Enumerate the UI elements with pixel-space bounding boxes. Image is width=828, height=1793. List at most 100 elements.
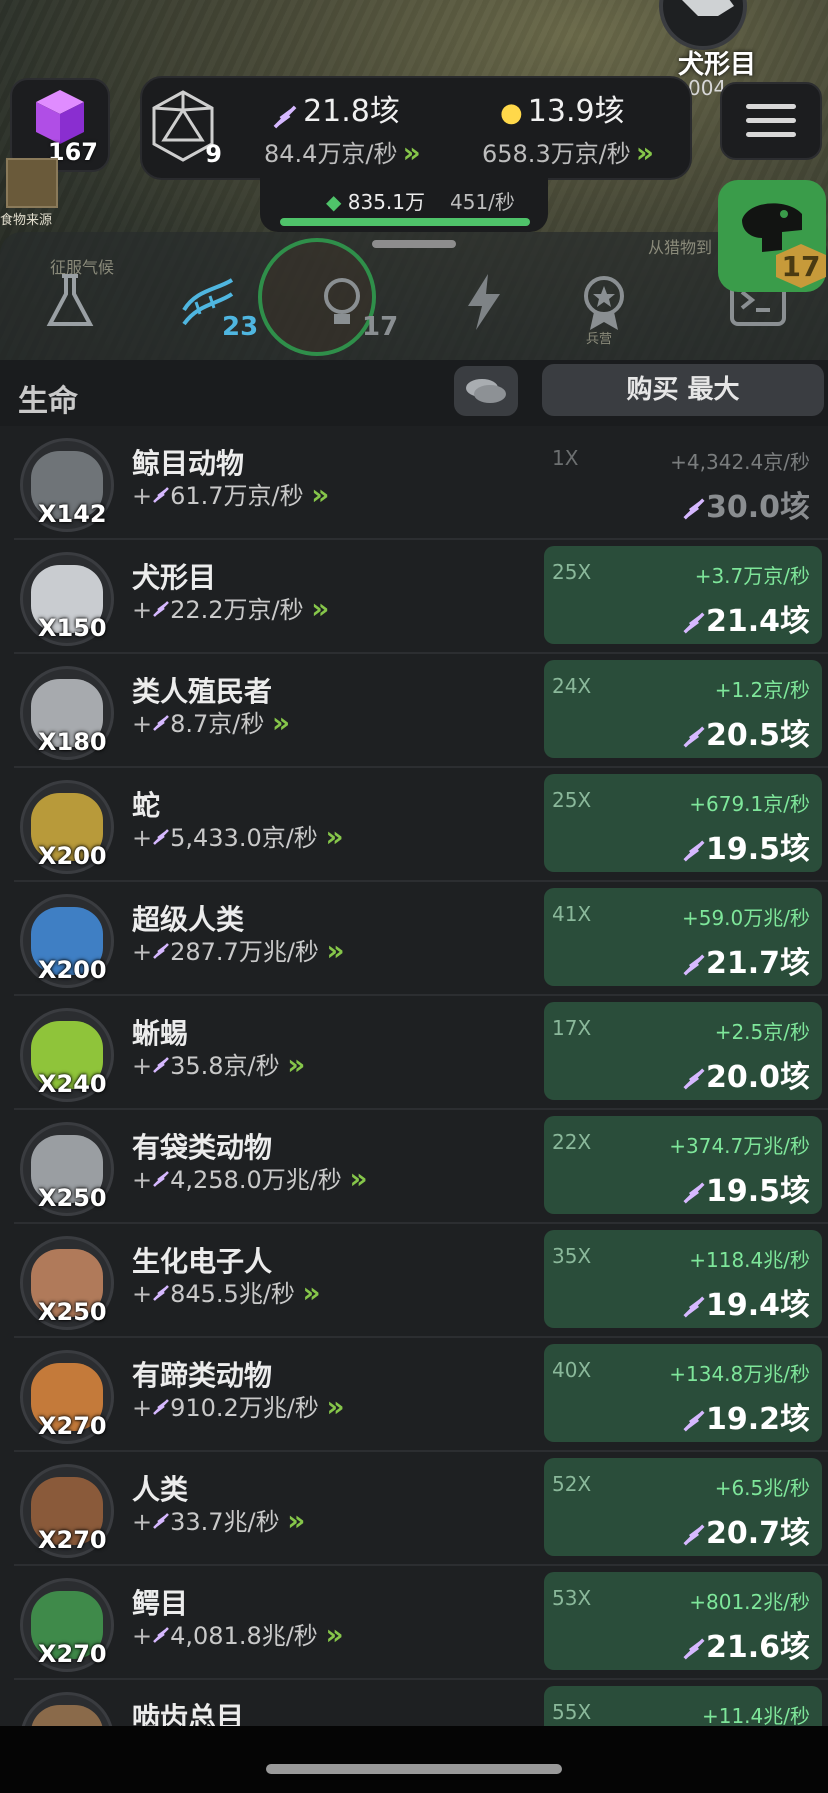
hamburger-bar	[746, 118, 796, 123]
upgrade-chevron-icon[interactable]: »	[403, 136, 421, 169]
creature-multiplier: X270	[38, 1526, 107, 1554]
buy-count: 35X	[552, 1244, 592, 1268]
upgrade-chevron-icon[interactable]: »	[325, 820, 343, 853]
buy-creature-button[interactable]: 41X +59.0万兆/秒 21.7垓	[544, 888, 822, 986]
dna-rate: 451/秒	[450, 190, 515, 214]
buy-creature-button[interactable]: 53X +801.2兆/秒 21.6垓	[544, 1572, 822, 1670]
buy-cost: 20.5垓	[705, 718, 810, 753]
buy-creature-button[interactable]: 22X +374.7万兆/秒 19.5垓	[544, 1116, 822, 1214]
buy-cost: 30.0垓	[705, 490, 810, 525]
tab-dna[interactable]: 23	[176, 270, 258, 342]
list-item: X250 有袋类动物 +4,258.0万兆/秒 » 22X +374.7万兆/秒…	[14, 1110, 828, 1224]
buy-count: 53X	[552, 1586, 592, 1610]
feather-icon	[153, 715, 169, 731]
dna-progress-bar	[280, 218, 530, 226]
buy-creature-button[interactable]: 40X +134.8万兆/秒 19.2垓	[544, 1344, 822, 1442]
creature-portrait-icon	[31, 1705, 103, 1726]
creature-multiplier: X150	[38, 614, 107, 642]
hamburger-icon	[746, 104, 796, 109]
tab-ideas[interactable]: 17	[310, 270, 398, 342]
buy-creature-button[interactable]: 52X +6.5兆/秒 20.7垓	[544, 1458, 822, 1556]
upgrade-chevron-icon[interactable]: »	[287, 1504, 305, 1537]
buy-increase: +6.5兆/秒	[714, 1476, 810, 1500]
feather-icon	[683, 1067, 705, 1090]
buy-count: 22X	[552, 1130, 592, 1154]
plus-sign: +	[132, 710, 153, 738]
buy-cost-group: 20.5垓	[682, 710, 810, 754]
list-item: X200 超级人类 +287.7万兆/秒 » 41X +59.0万兆/秒 21.…	[14, 882, 828, 996]
creature-multiplier: X270	[38, 1640, 107, 1668]
creature-rate: 845.5兆/秒	[170, 1280, 295, 1308]
buy-cost: 19.5垓	[705, 1174, 810, 1209]
buy-creature-button[interactable]: 55X +11.4兆/秒	[544, 1686, 822, 1726]
buy-creature-button[interactable]: 17X +2.5京/秒 20.0垓	[544, 1002, 822, 1100]
upgrade-chevron-icon[interactable]: »	[272, 706, 290, 739]
buy-cost: 21.6垓	[705, 1630, 810, 1665]
buy-cost-group: 21.6垓	[682, 1622, 810, 1666]
upgrade-chevron-icon[interactable]: »	[325, 1618, 343, 1651]
primary-rate-group: 84.4万京/秒 »	[264, 134, 421, 169]
buy-cost: 19.4垓	[705, 1288, 810, 1323]
upgrade-chevron-icon[interactable]: »	[311, 478, 329, 511]
creature-rate-group: +5,433.0京/秒 »	[132, 818, 344, 853]
creature-multiplier: X142	[38, 500, 107, 528]
menu-button[interactable]	[720, 82, 822, 160]
upgrade-chevron-icon[interactable]: »	[287, 1048, 305, 1081]
creature-list[interactable]: X142 鲸目动物 +61.7万京/秒 » 1X +4,342.4京/秒 30.…	[0, 426, 828, 1726]
food-source-label: 食物来源	[0, 213, 53, 228]
plus-sign: +	[132, 1508, 153, 1536]
feather-icon	[683, 611, 705, 634]
buy-count: 1X	[552, 446, 579, 470]
buy-creature-button[interactable]: 35X +118.4兆/秒 19.4垓	[544, 1230, 822, 1328]
primary-rate: 84.4万京/秒	[264, 140, 398, 168]
buy-cost-group: 19.5垓	[682, 1166, 810, 1210]
feather-icon	[683, 1409, 705, 1432]
lightbulb-icon: ●	[500, 98, 523, 128]
buy-increase: +4,342.4京/秒	[670, 450, 810, 474]
upgrade-chevron-icon[interactable]: »	[311, 592, 329, 625]
dino-badge-count: 17	[781, 250, 821, 283]
list-item: X270 有蹄类动物 +910.2万兆/秒 » 40X +134.8万兆/秒 1…	[14, 1338, 828, 1452]
d20-dice-icon[interactable]: 9	[148, 88, 228, 168]
drag-handle[interactable]	[372, 240, 456, 248]
upgrade-chevron-icon[interactable]: »	[349, 1162, 367, 1195]
dice-level: 9	[205, 140, 222, 168]
buy-count: 25X	[552, 788, 592, 812]
list-item: X240 蜥蜴 +35.8京/秒 » 17X +2.5京/秒 20.0垓	[14, 996, 828, 1110]
upgrade-chevron-icon[interactable]: »	[327, 934, 345, 967]
tab-barracks[interactable]: 兵营	[572, 270, 636, 347]
feather-icon	[153, 1627, 169, 1643]
buy-creature-button[interactable]: 25X +3.7万京/秒 21.4垓	[544, 546, 822, 644]
list-item: X250 生化电子人 +845.5兆/秒 » 35X +118.4兆/秒 19.…	[14, 1224, 828, 1338]
creature-multiplier: X200	[38, 956, 107, 984]
buy-max-button[interactable]: 购买 最大	[542, 364, 824, 416]
creature-rate-group: +287.7万兆/秒 »	[132, 932, 345, 967]
feather-icon	[683, 1637, 705, 1660]
upgrade-chevron-icon[interactable]: »	[636, 136, 654, 169]
ideas-tab-badge: 17	[362, 312, 399, 342]
buy-count: 41X	[552, 902, 592, 926]
buy-increase: +11.4兆/秒	[701, 1704, 810, 1726]
home-indicator[interactable]	[266, 1764, 562, 1774]
buy-creature-button[interactable]: 1X +4,342.4京/秒 30.0垓	[544, 432, 822, 530]
upgrade-chevron-icon[interactable]: »	[327, 1390, 345, 1423]
creature-rate-group: +845.5兆/秒 »	[132, 1274, 321, 1309]
buy-cost-group: 20.7垓	[682, 1508, 810, 1552]
tab-energy[interactable]	[452, 270, 516, 334]
hamburger-bar	[746, 132, 796, 137]
creature-multiplier: X200	[38, 842, 107, 870]
creature-rate: 4,258.0万兆/秒	[170, 1166, 342, 1194]
upgrade-chevron-icon[interactable]: »	[303, 1276, 321, 1309]
buy-cost: 21.4垓	[705, 604, 810, 639]
food-source-button[interactable]: 食物来源	[0, 156, 68, 228]
coin-toggle-button[interactable]	[454, 366, 518, 416]
feather-icon	[683, 497, 705, 520]
tab-lab[interactable]	[38, 270, 102, 334]
creature-rate: 33.7兆/秒	[170, 1508, 280, 1536]
list-item: X150 犬形目 +22.2万京/秒 » 25X +3.7万京/秒 21.4垓	[14, 540, 828, 654]
buy-creature-button[interactable]: 25X +679.1京/秒 19.5垓	[544, 774, 822, 872]
plus-sign: +	[132, 1052, 153, 1080]
buy-creature-button[interactable]: 24X +1.2京/秒 20.5垓	[544, 660, 822, 758]
secondary-rate-group: 658.3万京/秒 »	[482, 134, 654, 169]
creature-multiplier: X180	[38, 728, 107, 756]
